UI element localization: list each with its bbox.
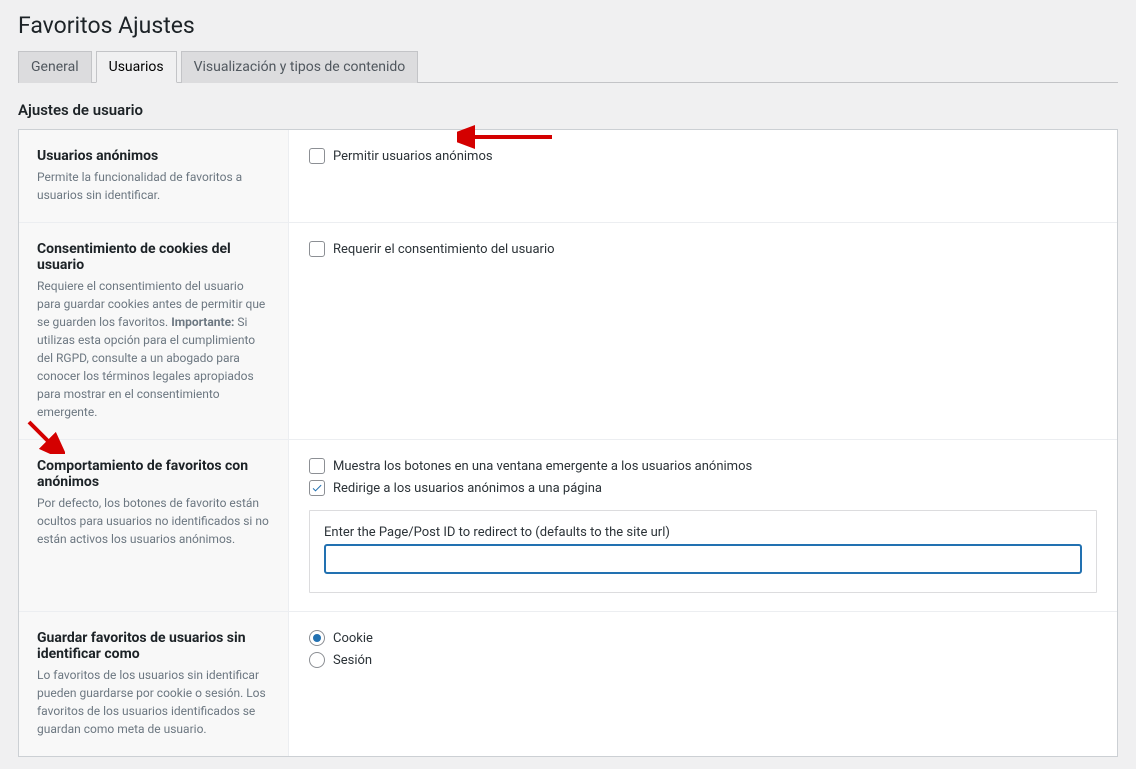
checkbox-label: Requerir el consentimiento del usuario [333, 242, 555, 257]
radio-icon[interactable] [309, 630, 325, 646]
row-right: Cookie Sesión [289, 612, 1117, 756]
row-title: Comportamiento de favoritos con anónimos [37, 458, 270, 490]
desc-post: Si utilizas esta opción para el cumplimi… [37, 315, 255, 419]
row-anon-users: Usuarios anónimos Permite la funcionalid… [19, 130, 1117, 223]
radio-cookie[interactable]: Cookie [309, 630, 1097, 646]
redirect-field-label: Enter the Page/Post ID to redirect to (d… [324, 525, 1082, 540]
checkbox-label: Muestra los botones en una ventana emerg… [333, 459, 752, 474]
row-left: Comportamiento de favoritos con anónimos… [19, 440, 289, 611]
desc-bold: Importante: [171, 315, 234, 329]
row-title: Usuarios anónimos [37, 148, 270, 164]
tab-usuarios[interactable]: Usuarios [96, 51, 177, 83]
checkbox-icon[interactable] [309, 458, 325, 474]
row-right: Requerir el consentimiento del usuario [289, 223, 1117, 439]
radio-session[interactable]: Sesión [309, 652, 1097, 668]
page-title: Favoritos Ajustes [18, 12, 1118, 39]
tabs: General Usuarios Visualización y tipos d… [18, 51, 1118, 83]
row-save-method: Guardar favoritos de usuarios sin identi… [19, 612, 1117, 756]
row-left: Guardar favoritos de usuarios sin identi… [19, 612, 289, 756]
tab-visualizacion[interactable]: Visualización y tipos de contenido [181, 51, 419, 83]
settings-table: Usuarios anónimos Permite la funcionalid… [18, 129, 1118, 757]
tab-general[interactable]: General [18, 51, 92, 83]
row-desc: Requiere el consentimiento del usuario p… [37, 277, 270, 421]
row-right: Permitir usuarios anónimos [289, 130, 1117, 222]
row-title: Guardar favoritos de usuarios sin identi… [37, 630, 270, 662]
row-anon-behavior: Comportamiento de favoritos con anónimos… [19, 440, 1117, 612]
checkbox-redirect-anon[interactable]: Redirige a los usuarios anónimos a una p… [309, 480, 1097, 496]
checkbox-allow-anon[interactable]: Permitir usuarios anónimos [309, 148, 1097, 164]
radio-label: Cookie [333, 631, 373, 646]
row-cookie-consent: Consentimiento de cookies del usuario Re… [19, 223, 1117, 440]
section-title: Ajustes de usuario [18, 101, 1118, 119]
radio-icon[interactable] [309, 652, 325, 668]
row-desc: Por defecto, los botones de favorito est… [37, 494, 270, 548]
row-left: Consentimiento de cookies del usuario Re… [19, 223, 289, 439]
row-desc: Lo favoritos de los usuarios sin identif… [37, 666, 270, 738]
checkbox-icon[interactable] [309, 480, 325, 496]
redirect-fieldset: Enter the Page/Post ID to redirect to (d… [309, 510, 1097, 593]
row-left: Usuarios anónimos Permite la funcionalid… [19, 130, 289, 222]
row-title: Consentimiento de cookies del usuario [37, 241, 270, 273]
row-right: Muestra los botones en una ventana emerg… [289, 440, 1117, 611]
checkbox-icon[interactable] [309, 148, 325, 164]
row-desc: Permite la funcionalidad de favoritos a … [37, 168, 270, 204]
checkbox-icon[interactable] [309, 241, 325, 257]
annotation-arrow-icon [457, 124, 557, 150]
checkbox-label: Redirige a los usuarios anónimos a una p… [333, 481, 602, 496]
checkbox-require-consent[interactable]: Requerir el consentimiento del usuario [309, 241, 1097, 257]
redirect-page-id-input[interactable] [324, 544, 1082, 574]
checkbox-label: Permitir usuarios anónimos [333, 149, 493, 164]
checkbox-show-modal[interactable]: Muestra los botones en una ventana emerg… [309, 458, 1097, 474]
radio-label: Sesión [333, 653, 372, 668]
